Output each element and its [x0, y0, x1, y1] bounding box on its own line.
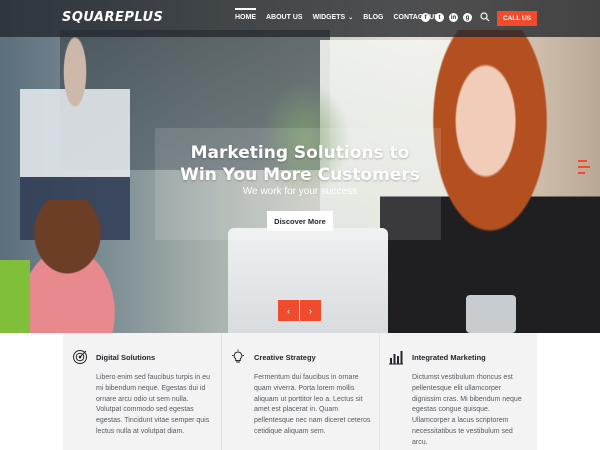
facebook-icon[interactable]: f — [421, 13, 430, 22]
features-section: Digital Solutions Libero enim sed faucib… — [63, 333, 537, 450]
lightbulb-icon — [232, 349, 244, 363]
menu-item-about[interactable]: ABOUT US — [266, 14, 303, 21]
feature-text: Libero enim sed faucibus turpis in eu mi… — [96, 374, 211, 435]
hero-phone — [466, 295, 516, 333]
hero-title: Marketing Solutions to Win You More Cust… — [160, 142, 440, 186]
top-nav: SQUAREPLUS HOME ABOUT US WIDGETS ⌄ BLOG C… — [0, 0, 600, 37]
feature-title: Creative Strategy — [254, 352, 316, 362]
hamburger-menu-icon[interactable] — [578, 160, 590, 174]
feature-card: Creative Strategy Fermentum dui faucibus… — [221, 333, 379, 450]
feature-text: Dictumst vestibulum rhoncus est pellente… — [412, 374, 522, 446]
hero-plant-left — [0, 260, 30, 333]
hero-subtitle: We work for your success — [242, 186, 358, 197]
bar-chart-icon — [389, 351, 403, 365]
menu-item-blog[interactable]: BLOG — [363, 14, 383, 21]
menu-item-home[interactable]: HOME — [235, 8, 256, 21]
slider-next-button[interactable]: › — [300, 300, 321, 321]
hero-title-line-2: Win You More Customers — [180, 165, 420, 185]
instagram-icon[interactable]: in — [449, 13, 458, 22]
twitter-icon[interactable]: t — [435, 13, 444, 22]
call-us-button[interactable]: CALL US — [497, 11, 537, 26]
google-icon[interactable]: g — [463, 13, 472, 22]
feature-text: Fermentum dui faucibus in ornare quam vi… — [254, 374, 371, 435]
hero-title-line-1: Marketing Solutions to — [190, 143, 410, 163]
feature-card: Integrated Marketing Dictumst vestibulum… — [379, 333, 537, 450]
menu-item-label: BLOG — [363, 14, 384, 21]
search-icon[interactable] — [480, 12, 490, 22]
feature-title: Integrated Marketing — [412, 352, 486, 362]
menu-item-label: ABOUT US — [266, 14, 303, 21]
social-icons: f t in g — [421, 13, 472, 22]
slider-prev-button[interactable]: ‹ — [278, 300, 299, 321]
feature-card: Digital Solutions Libero enim sed faucib… — [63, 333, 221, 450]
feature-title: Digital Solutions — [96, 352, 156, 362]
main-menu: HOME ABOUT US WIDGETS ⌄ BLOG CONTACT US — [235, 8, 449, 21]
discover-more-button[interactable]: Discover More — [267, 211, 333, 231]
site-logo[interactable]: SQUAREPLUS — [62, 10, 163, 25]
target-icon — [73, 350, 87, 364]
menu-item-label: HOME — [235, 14, 256, 21]
menu-item-widgets[interactable]: WIDGETS ⌄ — [313, 14, 354, 21]
menu-item-label: WIDGETS — [312, 14, 346, 21]
chevron-down-icon: ⌄ — [348, 15, 354, 21]
